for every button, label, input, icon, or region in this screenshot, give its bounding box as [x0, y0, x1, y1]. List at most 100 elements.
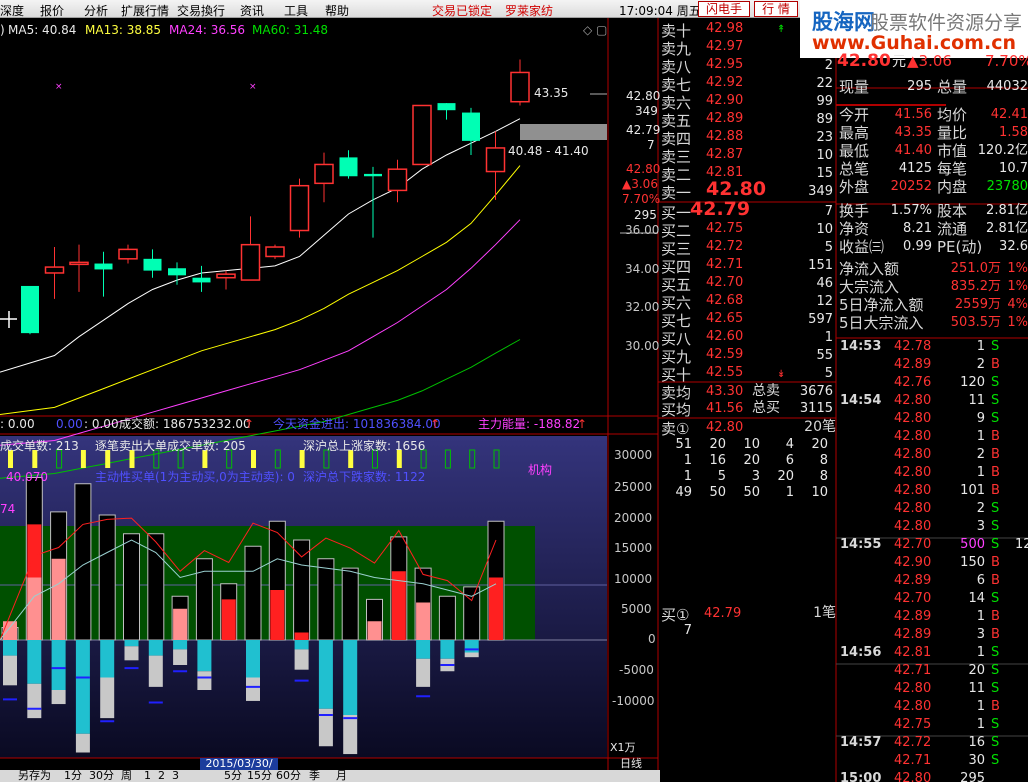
volume-bar — [98, 514, 116, 641]
ind-advancers: 深沪总上涨家数: 1656 — [303, 439, 426, 453]
bid-price: 42.71 — [706, 257, 744, 272]
stat-label: 内盘 — [937, 178, 968, 196]
tab-30min[interactable]: 30分 — [89, 770, 114, 782]
candle-body — [364, 173, 382, 177]
axis-quote-vol2: 7 — [647, 138, 655, 152]
flash-trade-button[interactable]: 闪电手 — [698, 1, 750, 17]
tick-volume: 1 — [976, 609, 985, 624]
panel-diamond-icon[interactable]: ◇ — [583, 23, 592, 37]
tick-volume: 11 — [968, 681, 985, 696]
buy-bar — [221, 599, 236, 640]
candle-body — [21, 285, 39, 334]
stat-label: 净资 — [839, 220, 870, 238]
tab-3[interactable]: 3 — [172, 770, 179, 782]
sell-bar — [294, 640, 309, 650]
tick-side: S — [991, 393, 1000, 408]
stat-label: 股本 — [937, 202, 968, 220]
stat-label: 今开 — [839, 106, 870, 124]
stat-label: 大宗流入 — [839, 278, 900, 296]
ind-axis-tick: 10000 — [614, 572, 653, 586]
tab-15min[interactable]: 15分 — [247, 770, 272, 782]
menu-item-depth[interactable]: 深度 — [0, 2, 24, 19]
price-tick: 32.00 — [625, 300, 660, 314]
sell-bar — [51, 640, 66, 690]
tick-side: S — [991, 663, 1000, 678]
tick-side: B — [991, 555, 1000, 570]
bid-label: 买六 — [661, 294, 692, 312]
bid-volume: 12 — [816, 294, 833, 309]
menu-item-ext-market[interactable]: 扩展行情 — [121, 2, 169, 19]
ind-decliners: 深沪总下跌家数: 1122 — [303, 470, 426, 484]
tick-volume: 30 — [968, 753, 985, 768]
ind-value-b: 0.00 — [56, 417, 83, 431]
tab-week[interactable]: 周 — [121, 770, 132, 782]
flow-pct: 4% — [1007, 297, 1028, 312]
ask-label: 卖三 — [661, 148, 692, 166]
ask-label: 卖一 — [661, 184, 692, 202]
candle-body — [265, 246, 285, 258]
ind-axis-tick: 5000 — [621, 602, 652, 616]
tick-price: 42.89 — [894, 627, 932, 642]
tab-5min[interactable]: 5分 — [224, 770, 242, 782]
tick-side: S — [991, 501, 1000, 516]
tick-volume: 1 — [976, 465, 985, 480]
axis-quote-price: 42.80 — [626, 89, 661, 103]
bid-volume: 151 — [808, 258, 833, 273]
sell1-queue-count: 20笔 — [804, 419, 836, 435]
tick-time: 14:56 — [840, 645, 882, 660]
volume-bar — [317, 558, 335, 641]
flow-value: 251.0万 — [950, 261, 1001, 276]
tab-season[interactable]: 季 — [309, 770, 320, 782]
queue-order-size: 20 — [777, 469, 794, 484]
bid-price: 42.72 — [706, 239, 744, 254]
tab-60min[interactable]: 60分 — [276, 770, 301, 782]
menu-item-quote[interactable]: 报价 — [40, 2, 64, 19]
tab-1[interactable]: 1 — [144, 770, 151, 782]
menu-item-news[interactable]: 资讯 — [240, 2, 264, 19]
queue-order-size: 4 — [785, 437, 794, 452]
ask-volume: 349 — [808, 184, 833, 199]
axis-quote-vol3: 295 — [634, 208, 657, 222]
tick-volume: 2 — [976, 447, 985, 462]
tick-price: 42.80 — [894, 519, 932, 534]
tab-1min[interactable]: 1分 — [64, 770, 82, 782]
ask-price: 42.88 — [706, 129, 744, 144]
stat-value: 32.6 — [999, 239, 1028, 254]
candle-body — [412, 104, 432, 166]
tick-side: S — [991, 681, 1000, 696]
tick-volume: 3 — [976, 627, 985, 642]
menu-item-analysis[interactable]: 分析 — [84, 2, 108, 19]
stat-value: 44032 — [986, 79, 1028, 94]
queue-order-size: 16 — [709, 453, 726, 468]
sell-bar — [416, 640, 431, 659]
ask-volume: 2 — [824, 58, 833, 73]
market-button[interactable]: 行 情 — [754, 1, 798, 17]
queue-order-size: 20 — [811, 437, 828, 452]
ind-value-c: : 0.00 — [84, 417, 119, 431]
crosshair-cursor — [0, 311, 17, 328]
tick-volume: 1 — [976, 699, 985, 714]
ask-price: 42.80 — [706, 178, 767, 200]
save-as-tab[interactable]: 另存为 — [18, 770, 51, 782]
tick-side: S — [991, 339, 1000, 354]
tab-2[interactable]: 2 — [158, 770, 165, 782]
panel-box-icon[interactable]: ▢ — [596, 23, 607, 37]
ma60-label: MA60: 31.48 — [252, 23, 329, 37]
menu-item-help[interactable]: 帮助 — [325, 2, 349, 19]
stat-value: 43.35 — [894, 125, 932, 140]
menu-item-tools[interactable]: 工具 — [284, 2, 308, 19]
stat-label: 流通 — [937, 220, 968, 238]
menu-item-trade[interactable]: 交易換行 — [177, 2, 225, 19]
tab-month[interactable]: 月 — [336, 770, 347, 782]
tick-side: S — [991, 375, 1000, 390]
up-arrow-icon: ↑ — [577, 417, 588, 431]
stat-label: 每笔 — [937, 160, 968, 178]
stat-value: 42.41 — [990, 107, 1028, 122]
tick-volume: 1 — [976, 717, 985, 732]
marker-icon: × — [249, 82, 257, 92]
stat-value: 0.99 — [903, 239, 932, 254]
candle-body — [387, 168, 408, 192]
bid-volume: 7 — [824, 204, 833, 219]
sell-bar-gray — [124, 646, 139, 661]
candle-body — [240, 243, 261, 281]
